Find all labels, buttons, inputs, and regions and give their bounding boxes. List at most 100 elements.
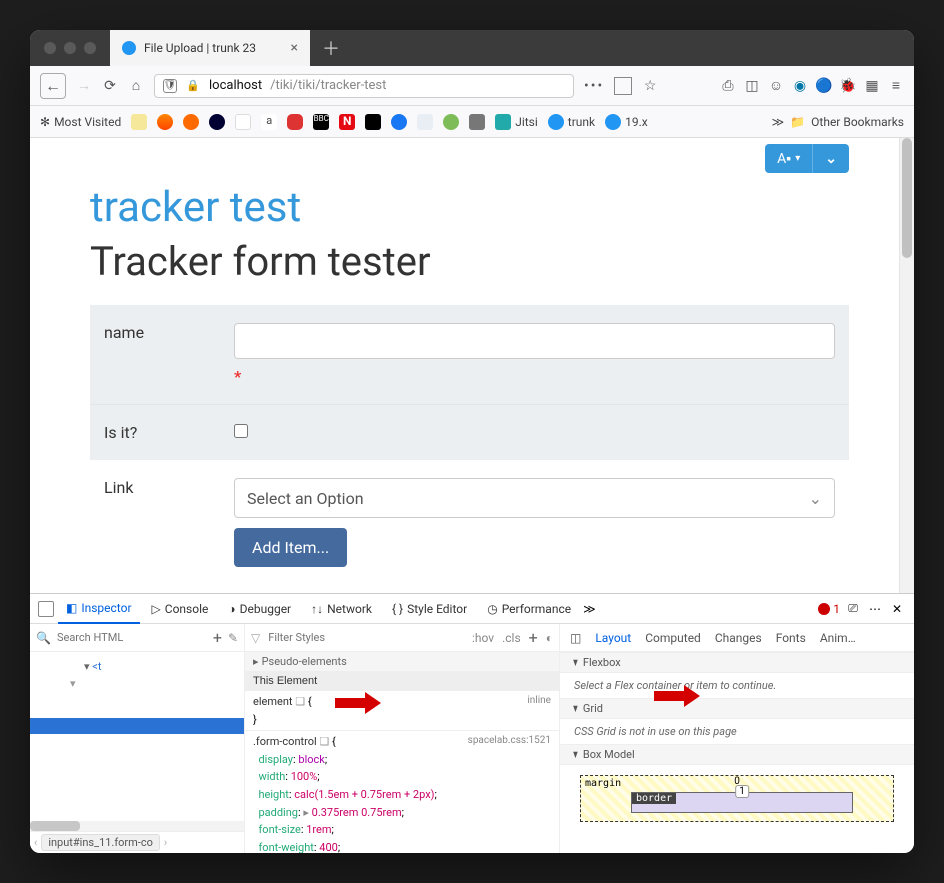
ext1-icon[interactable]: ◉ [792,78,808,94]
name-input[interactable] [234,323,835,359]
bookmark-icon-fb[interactable] [391,114,407,130]
element-rule[interactable]: inline element ❏ {} [245,691,559,730]
maximize-window-icon[interactable] [84,42,96,54]
sidetab-anim[interactable]: Anim… [820,631,856,645]
link-select[interactable]: Select an Option ⌄ [234,478,835,518]
crumb-next-icon[interactable]: › [164,836,167,849]
other-bookmarks[interactable]: ≫ 📁 Other Bookmarks [772,115,904,129]
ext3-icon[interactable]: 🐞 [840,78,856,94]
devtools-body: ▾ <t ▾ ‹ input#ins_11.form-co › ▸ Pseudo… [30,652,914,853]
error-indicator[interactable]: 1 [818,602,840,616]
bookmark-icon-6[interactable] [287,114,303,130]
debugger-icon: ◑ [228,602,235,616]
isit-checkbox[interactable] [234,424,248,438]
account-icon[interactable]: ☺ [768,78,784,94]
rule-source[interactable]: spacelab.css:1521 [468,733,551,749]
bookmark-icon-3[interactable] [183,114,199,130]
devtools-menu-icon[interactable]: ⋯ [866,600,884,618]
search-html-input[interactable] [57,631,167,644]
reader-icon[interactable] [614,77,632,95]
tab-console[interactable]: ▷Console [144,594,217,624]
add-node-icon[interactable]: + [213,628,222,647]
dom-node[interactable]: <t [92,660,101,673]
tab-style-editor[interactable]: { }Style Editor [384,594,475,624]
bookmark-icon-2[interactable] [157,114,173,130]
ext4-icon[interactable]: ▦ [864,78,880,94]
h-scroll-thumb[interactable] [30,821,80,831]
bookmark-icon-amazon[interactable]: a [261,114,277,130]
bookmark-icon-4[interactable] [209,114,225,130]
pseudo-header[interactable]: ▸ Pseudo-elements [245,652,559,672]
sidetab-changes[interactable]: Changes [715,631,762,645]
sidetab-fonts[interactable]: Fonts [776,631,806,645]
browser-window: File Upload | trunk 23 × ＋ ← → ⟳ ⌂ 🛡 🔒 l… [30,30,914,853]
active-tab[interactable]: File Upload | trunk 23 × [110,30,310,66]
sidetab-layout[interactable]: Layout [595,631,631,645]
minimize-window-icon[interactable] [64,42,76,54]
menu-icon[interactable]: ≡ [888,78,904,94]
flexbox-header[interactable]: ▼Flexbox [560,652,914,673]
pick-element-icon[interactable] [38,601,54,617]
horizontal-scrollbar[interactable] [30,821,244,831]
box-model-diagram[interactable]: margin 0 1 border [580,775,894,822]
cls-toggle[interactable]: .cls [502,631,521,645]
responsive-mode-icon[interactable]: ⎚ [844,600,862,618]
rule-source[interactable]: inline [527,693,551,709]
crumb-prev-icon[interactable]: ‹ [34,836,37,849]
name-label: name [104,323,234,386]
back-icon[interactable]: ← [40,73,66,99]
bookmark-most-visited[interactable]: ✻Most Visited [40,115,121,129]
selected-node-row[interactable] [30,718,244,734]
reload-icon[interactable]: ⟳ [102,78,118,94]
tab-network[interactable]: ↑↓Network [303,594,380,624]
grid-header[interactable]: ▼Grid [560,698,914,719]
hov-toggle[interactable]: :hov [472,631,494,645]
bookmark-icon-10[interactable] [469,114,485,130]
light-dark-icon[interactable]: ◐ [546,631,553,645]
dom-tree[interactable]: ▾ <t ▾ ‹ input#ins_11.form-co › [30,652,245,853]
close-devtools-icon[interactable]: ✕ [888,600,906,618]
bookmark-trunk[interactable]: trunk [548,114,595,130]
scroll-thumb[interactable] [902,138,912,258]
styles-panel: ▸ Pseudo-elements This Element inline el… [245,652,560,853]
bookmark-icon-bbc[interactable]: BBC [313,114,329,130]
bookmark-icon-5[interactable] [235,114,251,130]
vertical-scrollbar[interactable] [899,138,914,593]
bookmark-19x[interactable]: 19.x [605,114,648,130]
new-tab-button[interactable]: ＋ [316,33,346,63]
bookmark-icon-8[interactable] [417,114,433,130]
close-window-icon[interactable] [44,42,56,54]
eyedropper-icon[interactable]: ✎ [228,631,238,645]
tab-inspector[interactable]: ◧Inspector [58,594,140,624]
ext2-icon[interactable]: 🔵 [816,78,832,94]
bookmark-star-icon[interactable]: ☆ [642,78,658,94]
dropdown-button[interactable]: ⌄ [813,144,849,173]
add-item-button[interactable]: Add Item... [234,528,347,567]
bookmark-icon-7[interactable] [365,114,381,130]
translate-button[interactable]: A▪▾ [765,144,813,173]
close-tab-icon[interactable]: × [291,40,298,56]
bookmark-icon-netflix[interactable]: N [339,114,355,130]
boxmodel-header[interactable]: ▼Box Model [560,744,914,765]
sidebar-icon[interactable]: ◫ [744,78,760,94]
library-icon[interactable]: ⎙ [720,78,736,94]
add-rule-icon[interactable]: + [529,628,538,647]
bookmark-icon-9[interactable] [443,114,459,130]
home-icon[interactable]: ⌂ [128,78,144,94]
bookmark-icon-1[interactable] [131,114,147,130]
form-control-rule[interactable]: spacelab.css:1521 .form-control ❏ { disp… [245,730,559,853]
url-host: localhost [209,78,262,93]
isit-label: Is it? [104,423,234,442]
more-tabs-icon[interactable]: ≫ [583,602,596,616]
page-actions-icon[interactable]: ••• [584,78,604,94]
url-bar: ← → ⟳ ⌂ 🛡 🔒 localhost/tiki/tiki/tracker-… [30,66,914,106]
url-field[interactable]: 🛡 🔒 localhost/tiki/tiki/tracker-test [154,74,574,98]
page-title-link[interactable]: tracker test [90,183,849,232]
sidetab-computed[interactable]: Computed [645,631,701,645]
tab-debugger[interactable]: ◑Debugger [220,594,299,624]
breadcrumb-item[interactable]: input#ins_11.form-co [41,834,160,851]
bookmark-jitsi[interactable]: Jitsi [495,114,538,130]
toggle-side-icon[interactable]: ◫ [570,631,581,645]
tab-performance[interactable]: ◷Performance [479,594,579,624]
filter-styles-input[interactable] [268,631,348,644]
